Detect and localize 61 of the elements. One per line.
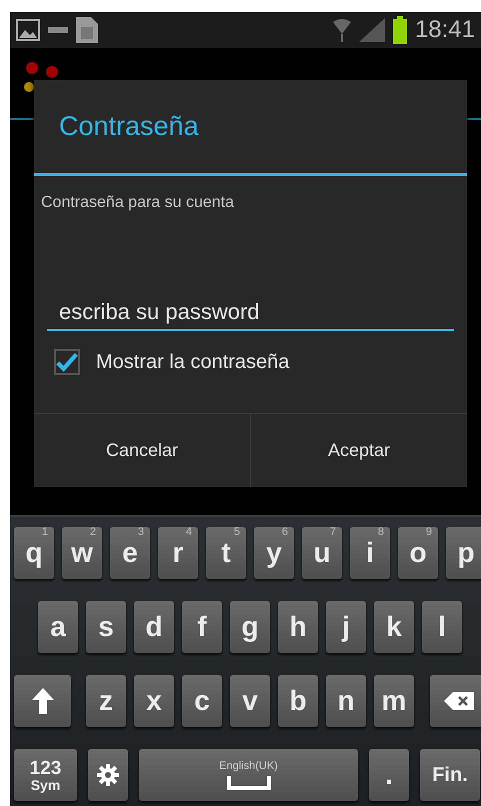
space-icon (226, 776, 270, 790)
image-icon (16, 19, 40, 41)
keyboard-key[interactable]: m (374, 675, 414, 727)
keyboard-key[interactable]: a (38, 601, 78, 653)
settings-key[interactable] (88, 749, 128, 801)
key-hint: 1 (42, 527, 48, 538)
keyboard-key[interactable]: h (278, 601, 318, 653)
settings-icon (96, 763, 120, 787)
wifi-icon (332, 18, 351, 42)
keyboard-key[interactable]: 9 o (398, 527, 438, 579)
backspace-icon (444, 692, 474, 710)
keyboard-key[interactable]: 7 u (302, 527, 342, 579)
keyboard-key[interactable]: f (182, 601, 222, 653)
keyboard-key[interactable]: k (374, 601, 414, 653)
keyboard-key[interactable]: 6 y (254, 527, 294, 579)
battery-icon (392, 16, 407, 44)
checkbox[interactable] (54, 349, 80, 375)
keyboard-key[interactable]: n (326, 675, 366, 727)
dialog-button[interactable]: Aceptar (250, 414, 467, 487)
keyboard-key[interactable]: x (134, 675, 174, 727)
keyboard-key[interactable]: p (446, 527, 481, 579)
key-hint: 8 (378, 527, 384, 538)
keyboard-key[interactable]: c (182, 675, 222, 727)
key-hint: 3 (138, 527, 144, 538)
checkbox-label: Mostrar la contraseña (96, 350, 290, 375)
key-hint: 2 (90, 527, 96, 538)
symbols-key[interactable]: 123 Sym (14, 749, 77, 801)
keyboard-key[interactable]: 8 i (350, 527, 390, 579)
backspace-key[interactable] (430, 675, 481, 727)
key-hint: 7 (330, 527, 336, 538)
sd-card-icon (76, 17, 98, 43)
keyboard-key[interactable]: 5 t (206, 527, 246, 579)
key-hint: 4 (186, 527, 192, 538)
keyboard-key[interactable]: . (369, 749, 409, 801)
keyboard-key[interactable]: v (230, 675, 270, 727)
password-field[interactable]: escriba su password (47, 295, 454, 331)
dialog-message: Contraseña para su cuenta (41, 193, 236, 213)
done-key[interactable]: Fin. (420, 749, 480, 801)
key-hint: 5 (234, 527, 240, 538)
keyboard-key[interactable]: l (422, 601, 462, 653)
app-logo-icon (24, 62, 60, 92)
shift-icon (32, 688, 54, 714)
keyboard-key[interactable]: s (86, 601, 126, 653)
key-hint: 9 (426, 527, 432, 538)
keyboard-key[interactable]: b (278, 675, 318, 727)
keyboard-key[interactable]: 2 w (62, 527, 102, 579)
keyboard-key[interactable]: 4 r (158, 527, 198, 579)
key-hint: 6 (282, 527, 288, 538)
status-time: 18:41 (414, 18, 475, 42)
keyboard-key[interactable]: j (326, 601, 366, 653)
keyboard-key[interactable]: d (134, 601, 174, 653)
signal-icon (358, 18, 385, 42)
keyboard-key[interactable]: 1 q (14, 527, 54, 579)
shift-key[interactable] (14, 675, 71, 727)
checkmark-icon (56, 351, 78, 373)
space-key[interactable]: English(UK) (139, 749, 358, 801)
keyboard-key[interactable]: z (86, 675, 126, 727)
keyboard-key[interactable]: g (230, 601, 270, 653)
keyboard-key[interactable]: 3 e (110, 527, 150, 579)
dialog-title: Contraseña (59, 110, 199, 144)
dialog-button[interactable]: Cancelar (34, 414, 250, 487)
